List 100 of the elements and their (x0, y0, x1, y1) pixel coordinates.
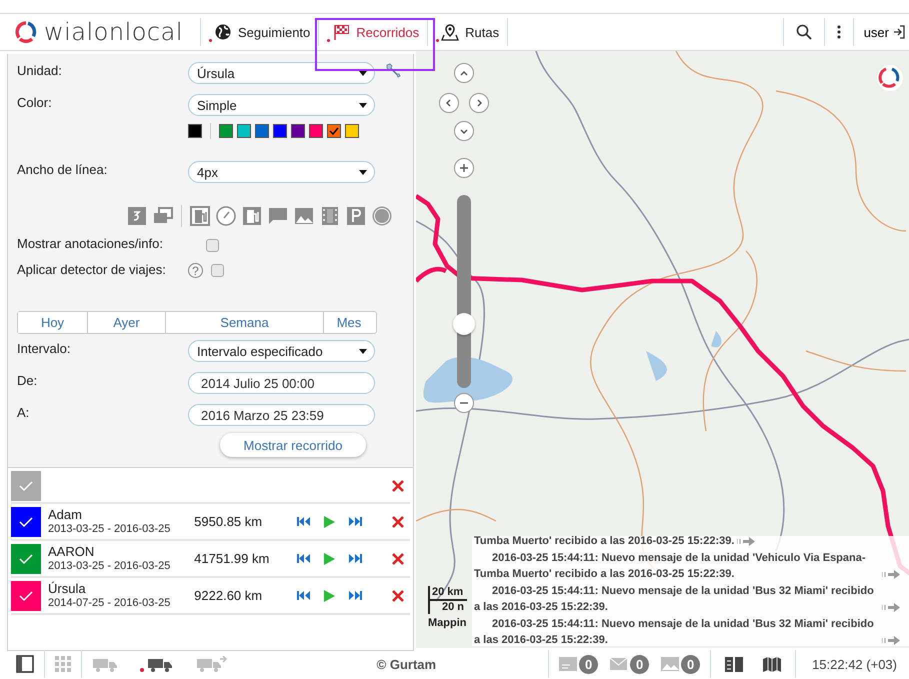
caret-icon (359, 170, 367, 174)
caret-icon (359, 348, 367, 354)
speedometer-icon[interactable] (216, 206, 236, 226)
color-swatch[interactable] (219, 124, 233, 138)
panel-icon (16, 655, 34, 673)
date-field[interactable]: 2014 Julio 25 00:00 (188, 372, 375, 394)
period-tab[interactable]: Hoy (18, 312, 88, 333)
color-swatch[interactable] (309, 124, 323, 138)
color-dropdown[interactable]: Simple (188, 94, 375, 116)
color-swatch[interactable] (255, 124, 269, 138)
delete-button[interactable] (392, 516, 404, 528)
play-icon (324, 552, 335, 564)
plus-icon (459, 163, 469, 173)
wrench-icon[interactable] (385, 62, 401, 78)
fast-forward-button[interactable] (348, 517, 362, 526)
field-label: Ancho de línea: (17, 161, 108, 177)
rewind-button[interactable] (296, 554, 311, 563)
play-button[interactable] (324, 516, 335, 528)
message-text: 2016-03-25 15:44:11: Nuevo mensaje de la unidad 'Vehiculo Via Espana-Tumba Muerto' recibido a las 2016-03-25 15:22:39. (474, 550, 867, 582)
delete-button[interactable] (392, 590, 404, 602)
globe-icon (214, 23, 232, 41)
nav-tab[interactable]: Seguimiento (201, 18, 320, 46)
date-range: 2014-07-25 - 2016-03-25 (48, 596, 172, 610)
attribution-text: Mappin (428, 617, 466, 629)
envelope-icon (610, 656, 628, 672)
rewind-icon (296, 591, 311, 600)
number-marker-icon[interactable] (127, 206, 147, 226)
rewind-button[interactable] (296, 517, 311, 526)
logo-text: wialonlocal (44, 18, 183, 46)
nav-tab[interactable]: Recorridos (319, 18, 428, 46)
color-swatch[interactable] (273, 124, 287, 138)
counter-button[interactable]: 0 (553, 650, 604, 678)
distance: 5950.85 km (194, 514, 264, 529)
color-swatch[interactable] (188, 124, 202, 138)
field-label: De: (17, 372, 38, 388)
fuel-pump-icon[interactable] (190, 206, 210, 226)
counter-button[interactable]: 0 (655, 650, 706, 678)
play-button[interactable] (324, 552, 335, 564)
copyright-text: © Gurtam (376, 656, 436, 672)
fast-forward-icon (348, 591, 362, 600)
fast-forward-button[interactable] (348, 591, 362, 600)
checkbox[interactable] (11, 580, 41, 610)
interval-dropdown[interactable]: Intervalo especificado (188, 340, 375, 362)
rewind-icon (296, 517, 311, 526)
field-label: Color: (17, 94, 53, 110)
line-width-dropdown[interactable]: 4px (188, 161, 375, 183)
fast-forward-button[interactable] (348, 554, 362, 563)
menu-icon (836, 25, 841, 39)
delete-button[interactable] (392, 552, 404, 564)
rewind-icon (296, 554, 311, 563)
rewind-button[interactable] (296, 591, 311, 600)
image-icon[interactable] (294, 206, 314, 226)
checkbox[interactable] (211, 264, 224, 277)
logo-icon (877, 65, 903, 91)
field-label: Mostrar anotaciones/info: (17, 235, 164, 251)
logout-icon (893, 25, 905, 39)
message-icon[interactable] (268, 206, 288, 226)
color-swatch[interactable] (327, 124, 341, 138)
film-icon[interactable] (320, 206, 340, 226)
grid-icon (55, 656, 71, 672)
delete-button[interactable] (392, 480, 404, 492)
clock-text: 15:22:42 (+03) (795, 650, 909, 678)
distance: 41751.99 km (194, 551, 270, 566)
play-icon (324, 590, 335, 602)
map-pin-icon (441, 23, 460, 41)
check-icon (329, 127, 339, 135)
arrow-icon[interactable] (882, 602, 900, 612)
field-label: A: (17, 404, 30, 420)
chat-icon[interactable] (153, 206, 173, 226)
color-swatch[interactable] (291, 124, 305, 138)
color-swatch[interactable] (237, 124, 251, 138)
message-text: 2016-03-25 15:44:11: Nuevo mensaje de la unidad 'Bus 32 Miami' recibido a las 2016-03-25 15:22:39. (474, 616, 875, 646)
play-button[interactable] (324, 590, 335, 602)
counter-button[interactable]: 0 (604, 650, 656, 678)
message-icon (559, 656, 578, 672)
unit-dropdown[interactable]: Úrsula (188, 62, 375, 84)
arrow-icon[interactable] (882, 636, 900, 644)
caret-icon (359, 70, 367, 76)
arrow-icon[interactable] (882, 570, 900, 578)
fuel-pump-icon[interactable] (242, 206, 262, 226)
unit-name: AARON (48, 544, 96, 559)
arrow-icon[interactable] (737, 536, 756, 546)
checkbox[interactable] (206, 239, 219, 252)
checkbox[interactable] (11, 544, 41, 574)
checkered-flag-icon (332, 23, 350, 41)
show-track-button[interactable]: Mostrar recorrido (220, 433, 366, 457)
date-field[interactable]: 2016 Marzo 25 23:59 (188, 404, 375, 426)
unit-name: Adam (48, 507, 83, 522)
parking-icon[interactable] (346, 206, 366, 226)
play-icon (324, 516, 335, 528)
map-icon (763, 656, 782, 672)
search-icon (796, 24, 812, 40)
checkbox[interactable] (11, 506, 41, 536)
user-menu[interactable]: user (852, 18, 909, 46)
help-icon[interactable]: ? (188, 263, 203, 278)
nav-tab[interactable]: Rutas (428, 18, 508, 46)
color-swatch[interactable] (345, 124, 359, 138)
checkbox[interactable] (11, 471, 41, 501)
distance: 9222.60 km (194, 588, 264, 603)
caret-icon (359, 102, 367, 108)
